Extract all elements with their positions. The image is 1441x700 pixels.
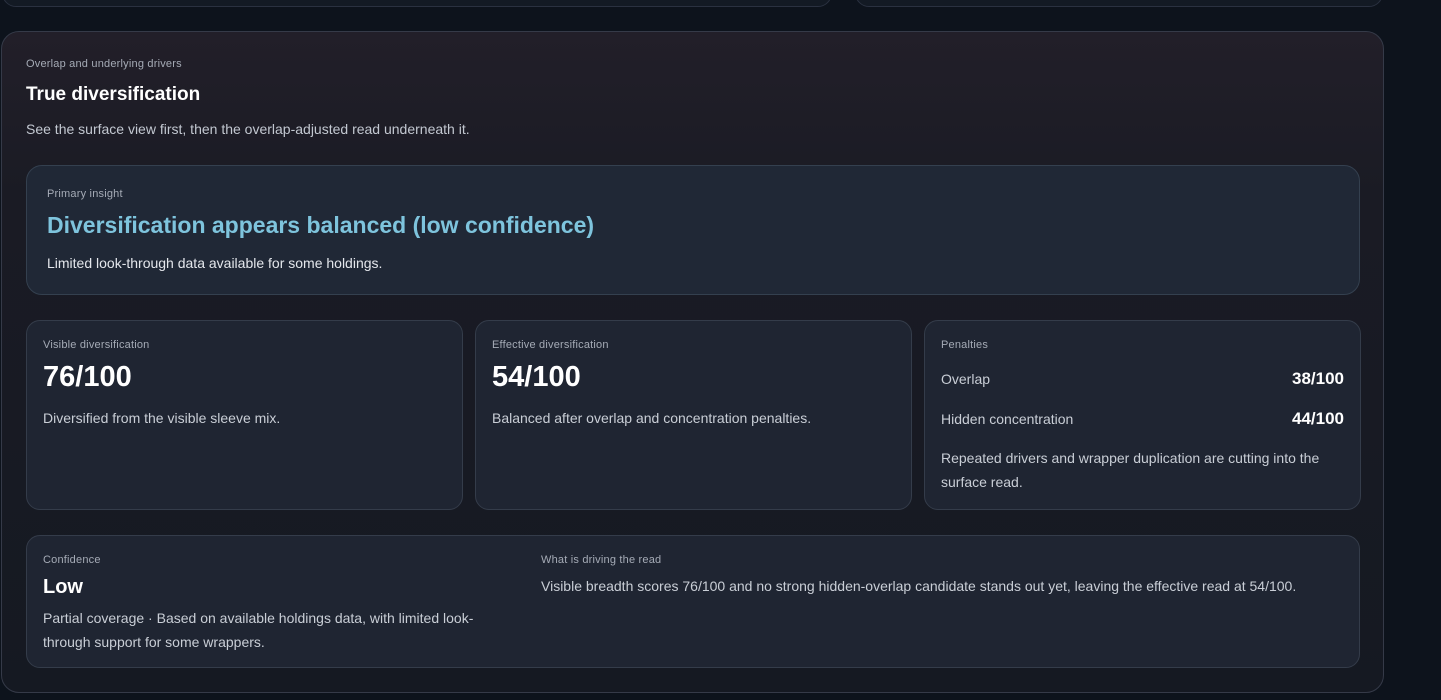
penalties-text: Repeated drivers and wrapper duplication… [941, 450, 1320, 490]
penalties-card: Penalties Overlap 38/100 Hidden concentr… [924, 320, 1361, 510]
top-card-right [855, 0, 1383, 7]
visible-text: Diversified from the visible sleeve mix. [43, 410, 281, 426]
section-title: True diversification [26, 84, 201, 105]
confidence-label: Confidence [43, 554, 101, 566]
penalty-name: Overlap [941, 371, 991, 387]
page: Overlap and underlying drivers True dive… [0, 0, 1441, 700]
section-eyebrow: Overlap and underlying drivers [26, 58, 182, 70]
visible-label: Visible diversification [43, 339, 150, 351]
effective-score: 54/100 [492, 361, 581, 393]
effective-label: Effective diversification [492, 339, 609, 351]
penalty-value: 44/100 [1292, 409, 1344, 428]
effective-diversification-card: Effective diversification 54/100 Balance… [475, 320, 912, 510]
driver-text: Visible breadth scores 76/100 and no str… [541, 578, 1297, 594]
section-description: See the surface view first, then the ove… [26, 121, 470, 137]
true-diversification-section: Overlap and underlying drivers True dive… [1, 31, 1384, 693]
penalty-value: 38/100 [1292, 369, 1344, 388]
penalty-row-overlap: Overlap 38/100 [941, 368, 1344, 390]
primary-insight-card: Primary insight Diversification appears … [26, 165, 1360, 295]
confidence-driver-card: Confidence Low Partial coverage · Based … [26, 535, 1360, 668]
top-card-left [2, 0, 832, 7]
confidence-text: Partial coverage · Based on available ho… [43, 610, 474, 650]
confidence-value: Low [43, 576, 83, 598]
penalty-name: Hidden concentration [941, 411, 1074, 427]
penalties-label: Penalties [941, 339, 989, 351]
visible-score: 76/100 [43, 361, 132, 393]
visible-diversification-card: Visible diversification 76/100 Diversifi… [26, 320, 463, 510]
insight-detail: Limited look-through data available for … [47, 255, 383, 271]
effective-text: Balanced after overlap and concentration… [492, 410, 812, 426]
penalty-row-hidden-concentration: Hidden concentration 44/100 [941, 408, 1344, 430]
insight-headline: Diversification appears balanced (low co… [47, 212, 595, 238]
insight-label: Primary insight [47, 188, 123, 200]
driver-label: What is driving the read [541, 554, 662, 566]
